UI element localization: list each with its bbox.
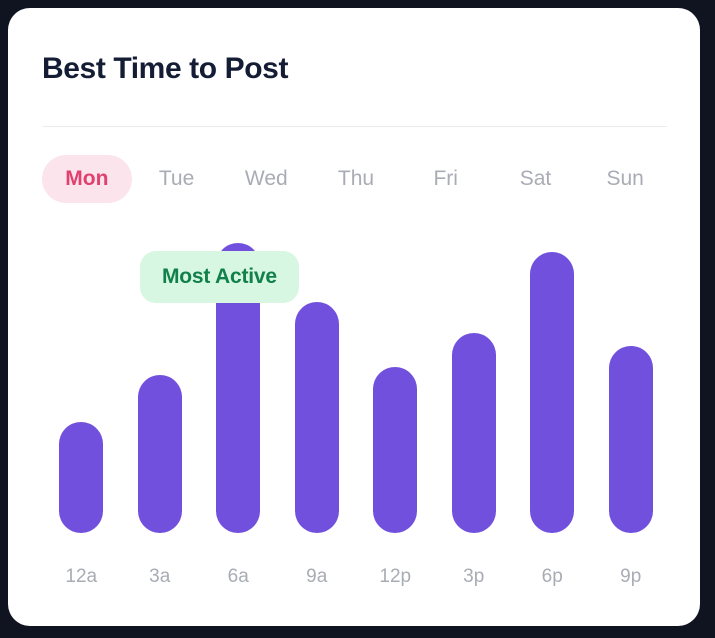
x-axis-labels: 12a 3a 6a 9a 12p 3p 6p 9p	[42, 566, 670, 588]
activity-bar-chart	[42, 230, 670, 533]
day-tab-label: Sun	[606, 167, 644, 190]
bar-slot[interactable]	[592, 230, 671, 533]
day-tab-fri[interactable]: Fri	[401, 155, 491, 203]
day-tab-label: Tue	[158, 167, 195, 190]
day-tab-mon[interactable]: Mon	[42, 155, 132, 203]
x-label-12p: 12p	[379, 566, 412, 587]
x-label-3a: 3a	[149, 566, 171, 587]
x-label-6p: 6p	[541, 566, 563, 587]
day-tab-label: Fri	[433, 167, 458, 190]
x-label-9p: 9p	[620, 566, 642, 587]
bar-12p[interactable]	[373, 367, 418, 533]
bar-group	[42, 230, 670, 533]
bar-3p[interactable]	[451, 333, 496, 533]
bar-3a[interactable]	[137, 375, 182, 533]
bar-12a[interactable]	[59, 422, 104, 533]
day-tab-label: Wed	[244, 167, 288, 190]
day-tab-tue[interactable]: Tue	[132, 155, 222, 203]
bar-6p[interactable]	[530, 252, 575, 533]
x-label-6a: 6a	[227, 566, 249, 587]
day-tab-label: Mon	[65, 167, 109, 190]
day-tab-sat[interactable]: Sat	[491, 155, 581, 203]
day-tab-list: Mon Tue Wed Thu Fri Sat Sun	[42, 155, 670, 203]
bar-slot[interactable]	[513, 230, 592, 533]
bar-slot[interactable]	[42, 230, 121, 533]
day-tab-sun[interactable]: Sun	[580, 155, 670, 203]
bar-9p[interactable]	[608, 346, 653, 533]
header-divider	[42, 126, 667, 127]
bar-9a[interactable]	[294, 302, 339, 533]
most-active-badge: Most Active	[140, 251, 299, 303]
day-tab-wed[interactable]: Wed	[221, 155, 311, 203]
x-label-3p: 3p	[463, 566, 485, 587]
bar-slot[interactable]	[435, 230, 514, 533]
day-tab-label: Thu	[337, 167, 375, 190]
bar-slot[interactable]	[356, 230, 435, 533]
page-title: Best Time to Post	[42, 52, 289, 85]
x-label-12a: 12a	[65, 566, 98, 587]
x-label-9a: 9a	[306, 566, 328, 587]
best-time-to-post-card: Best Time to Post Mon Tue Wed Thu Fri Sa…	[8, 8, 700, 626]
day-tab-label: Sat	[519, 167, 552, 190]
day-tab-thu[interactable]: Thu	[311, 155, 401, 203]
